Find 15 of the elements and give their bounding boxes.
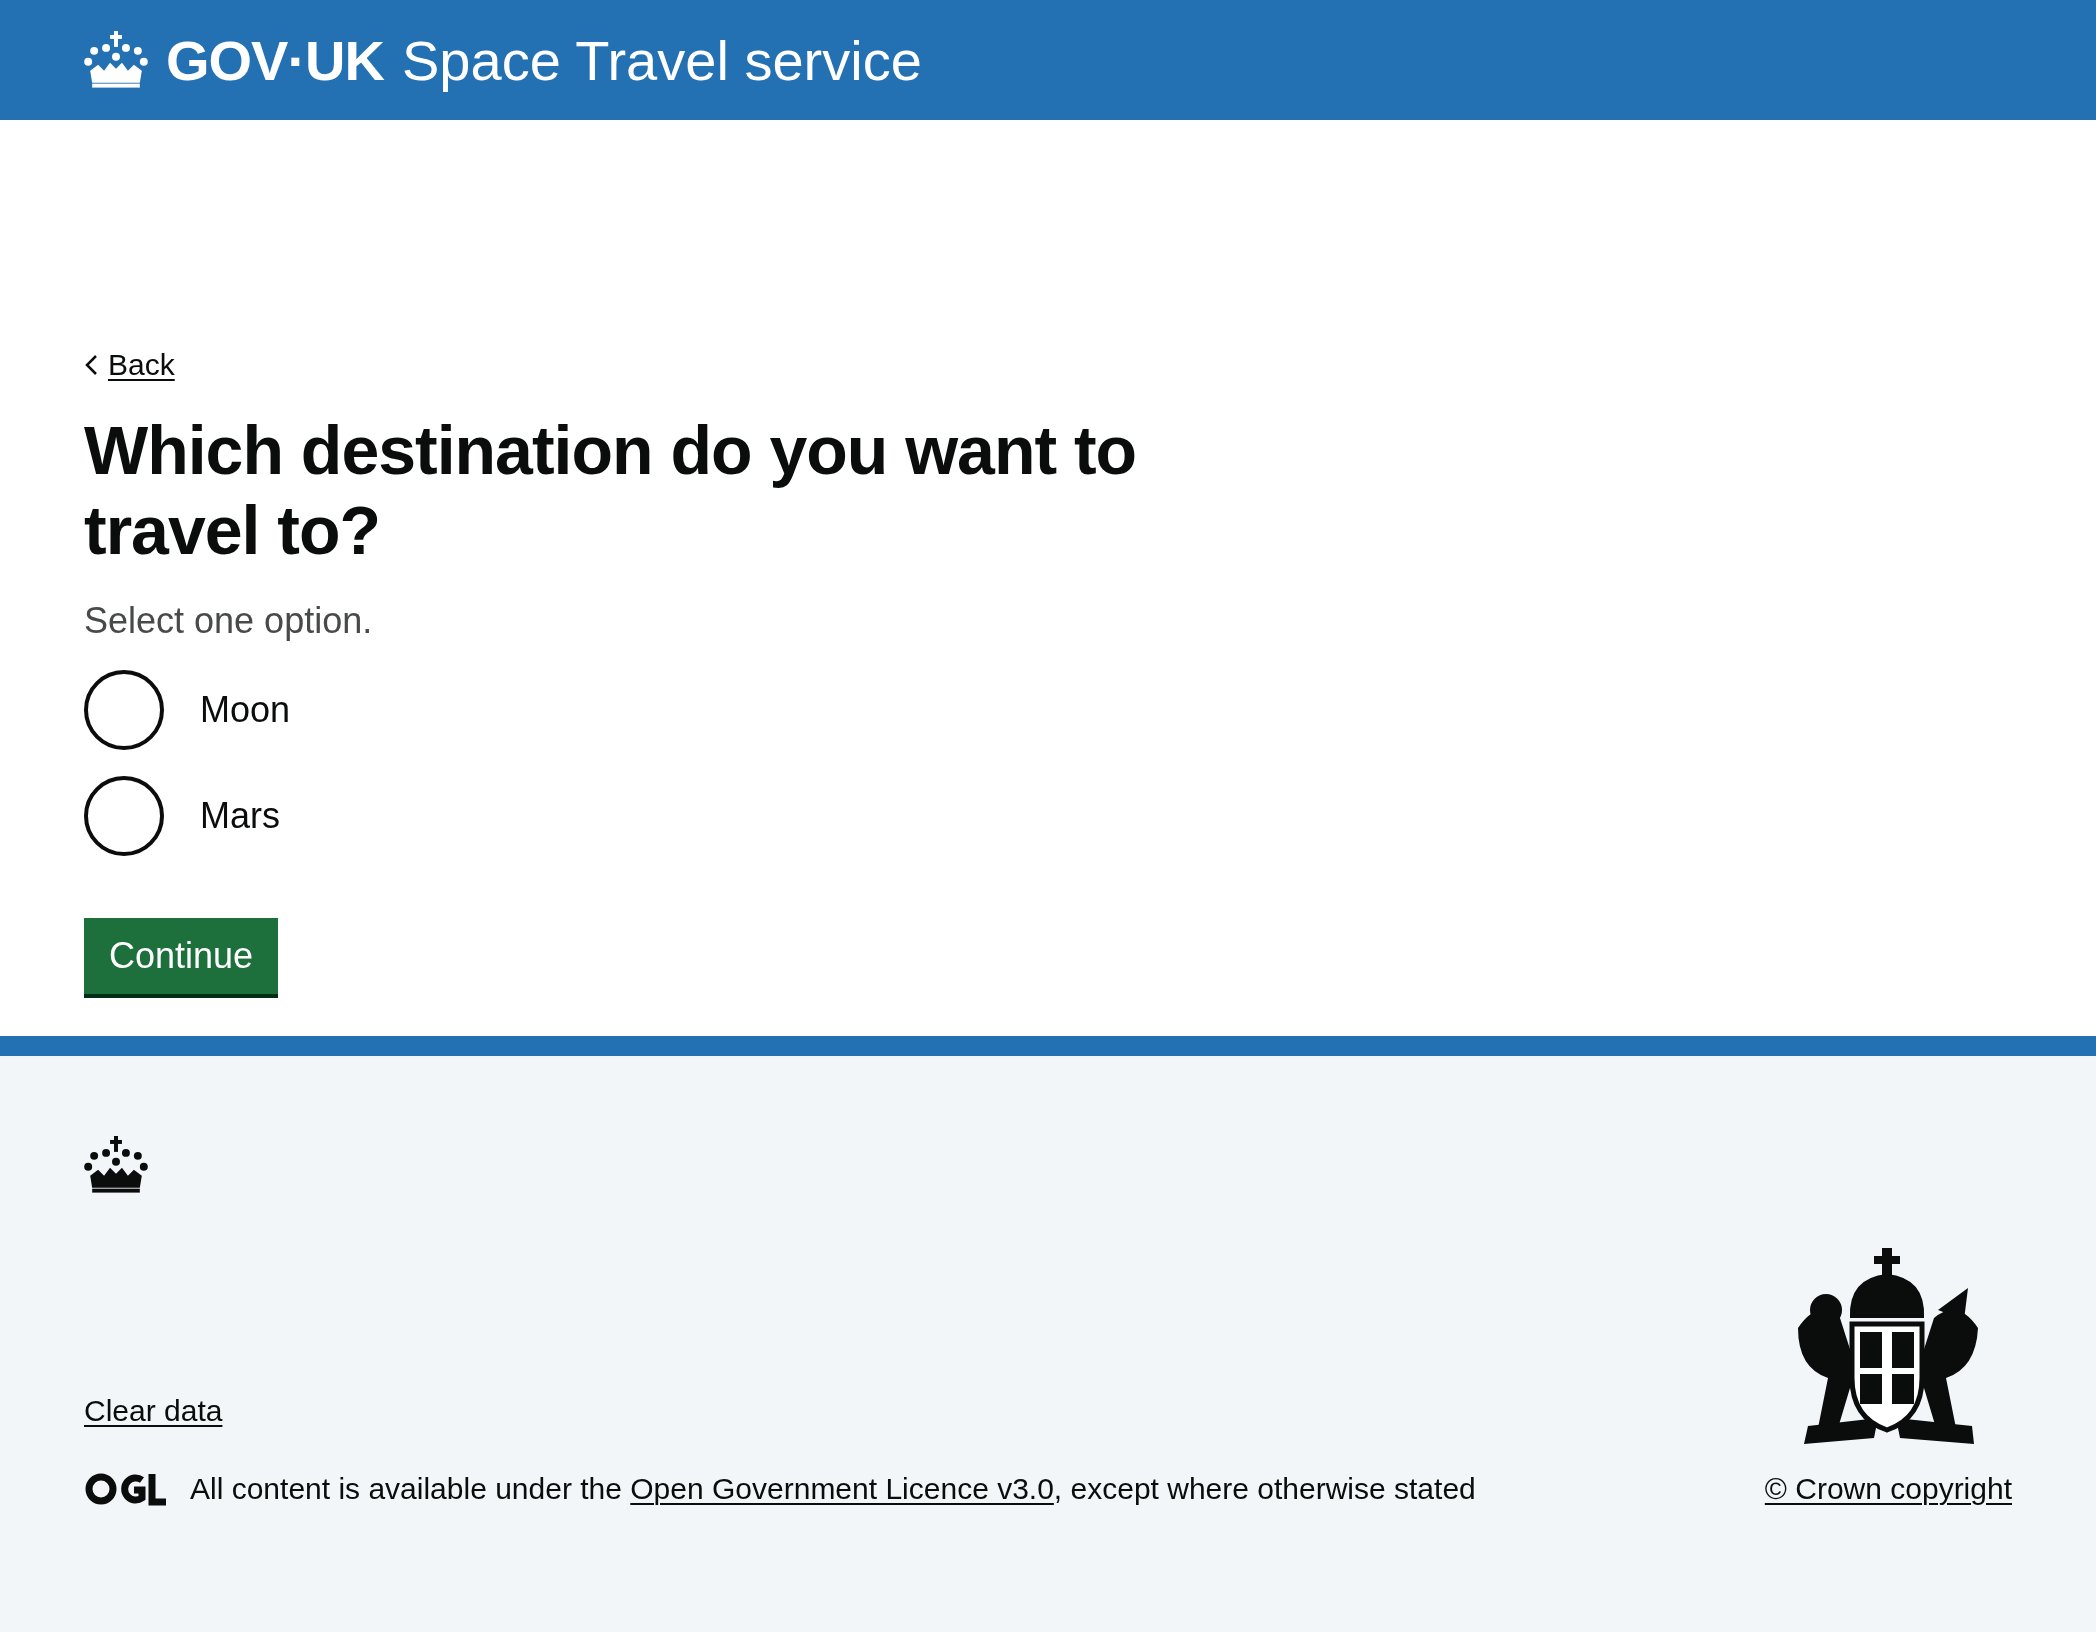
crown-icon (84, 1136, 148, 1194)
clear-data-link[interactable]: Clear data (84, 1393, 223, 1427)
chevron-left-icon (84, 354, 98, 376)
licence-link[interactable]: Open Government Licence v3.0 (630, 1471, 1054, 1505)
logo-text[interactable]: GOV·UK (166, 27, 384, 93)
service-name[interactable]: Space Travel service (402, 27, 922, 93)
licence-text: All content is available under the Open Government Licence v3.0, except where otherwise stated (190, 1471, 1476, 1506)
crown-copyright-link[interactable]: © Crown copyright (1764, 1471, 2012, 1506)
option-label[interactable]: Mars (200, 795, 280, 837)
back-link[interactable]: Back (108, 348, 175, 382)
hint-text: Select one option. (84, 600, 373, 642)
question-heading: Which destination do you want to travel to? (84, 411, 1138, 570)
crown-icon (84, 31, 148, 89)
option-label[interactable]: Moon (200, 689, 291, 731)
licence-logo-icon (84, 1471, 166, 1506)
